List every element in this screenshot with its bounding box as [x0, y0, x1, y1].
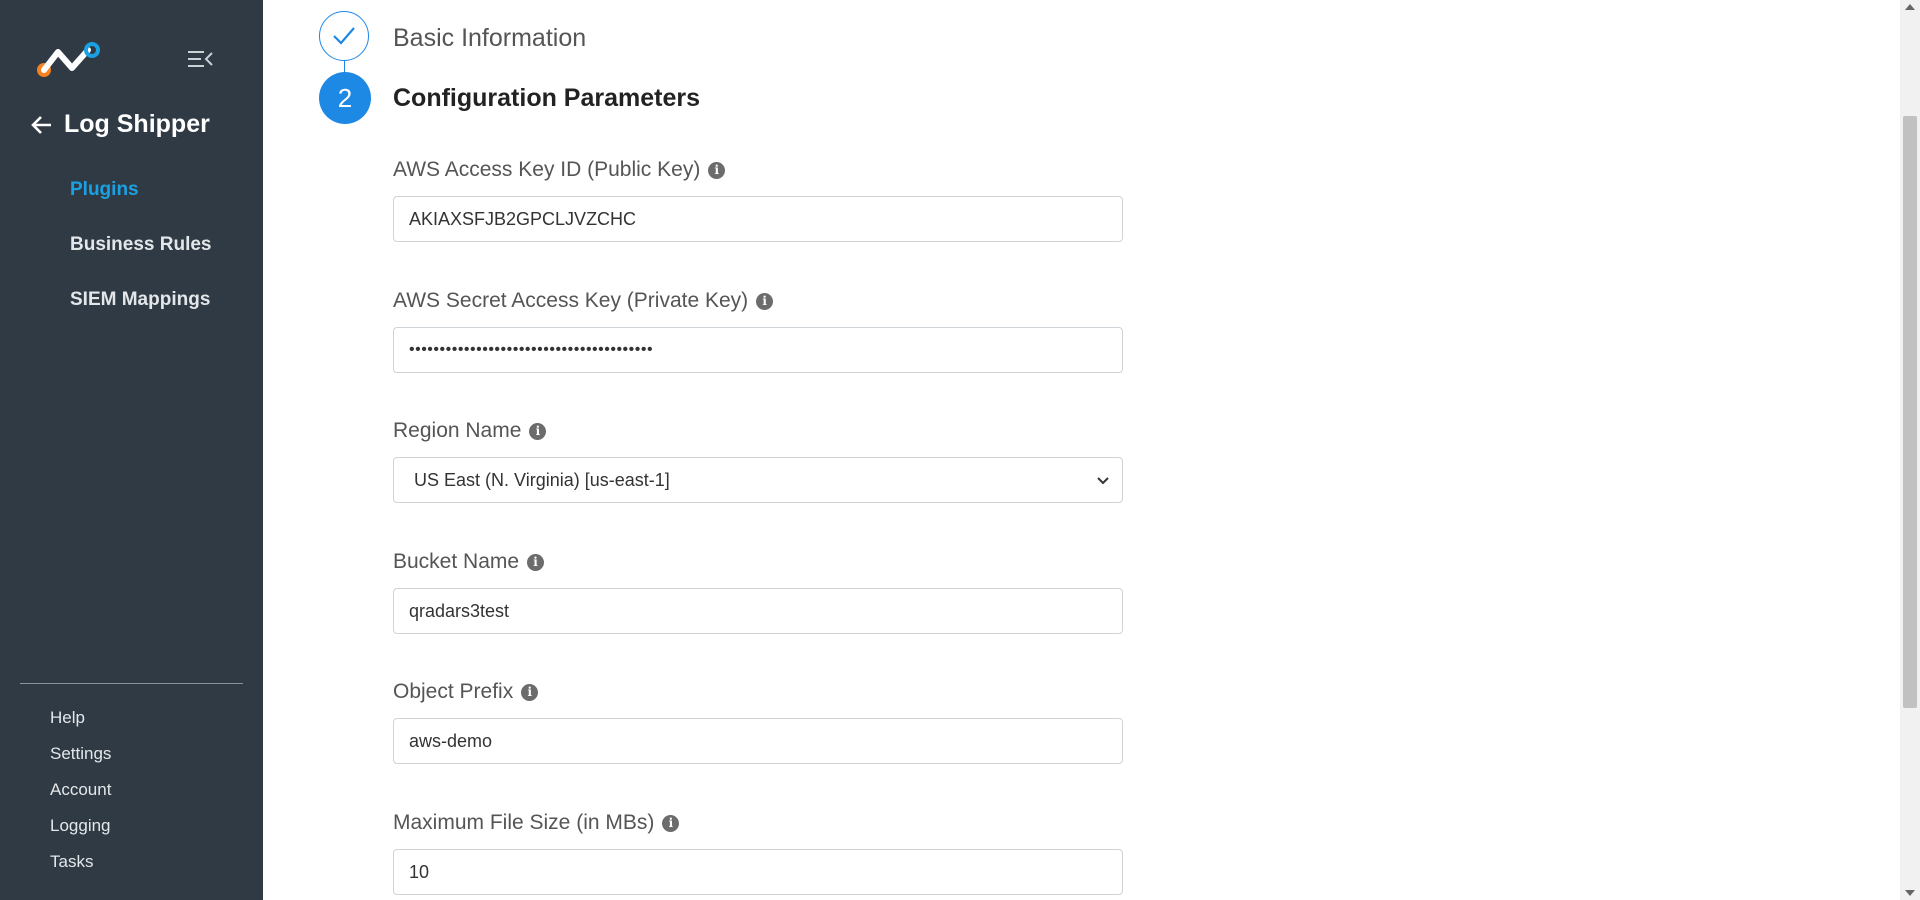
- prefix-input[interactable]: aws-demo: [393, 718, 1123, 764]
- info-icon[interactable]: i: [756, 292, 774, 310]
- info-icon[interactable]: i: [529, 422, 547, 440]
- footer-item-settings[interactable]: Settings: [50, 744, 111, 764]
- scroll-down-arrow[interactable]: [1905, 890, 1915, 896]
- info-icon[interactable]: i: [521, 683, 539, 701]
- scroll-thumb[interactable]: [1903, 116, 1917, 708]
- region-select-value: US East (N. Virginia) [us-east-1]: [414, 469, 670, 490]
- app-logo[interactable]: [36, 42, 102, 78]
- access-key-label-text: AWS Access Key ID (Public Key): [393, 158, 701, 181]
- region-label: Region Name i: [393, 419, 547, 443]
- max-size-label-text: Maximum File Size (in MBs): [393, 811, 655, 834]
- step-1-complete[interactable]: [319, 11, 369, 61]
- secret-key-input[interactable]: ••••••••••••••••••••••••••••••••••••••••: [393, 327, 1123, 373]
- bucket-input[interactable]: qradars3test: [393, 588, 1123, 634]
- footer-item-tasks[interactable]: Tasks: [50, 852, 93, 872]
- scroll-up-arrow[interactable]: [1905, 4, 1915, 10]
- access-key-input[interactable]: AKIAXSFJB2GPCLJVZCHC: [393, 196, 1123, 242]
- chevron-down-icon: [1097, 477, 1109, 485]
- nav-item-plugins[interactable]: Plugins: [70, 179, 139, 201]
- nav-item-business-rules[interactable]: Business Rules: [70, 234, 212, 256]
- region-label-text: Region Name: [393, 419, 522, 442]
- bucket-label: Bucket Name i: [393, 550, 545, 574]
- max-size-input[interactable]: 10: [393, 849, 1123, 895]
- scrollbar[interactable]: [1900, 0, 1920, 900]
- arrow-left-icon: [31, 115, 51, 134]
- bucket-label-text: Bucket Name: [393, 550, 520, 573]
- sidebar: Log Shipper Plugins Business Rules SIEM …: [0, 0, 263, 900]
- prefix-label-text: Object Prefix: [393, 680, 514, 703]
- footer-item-logging[interactable]: Logging: [50, 816, 111, 836]
- check-icon: [333, 27, 355, 45]
- prefix-label: Object Prefix i: [393, 680, 539, 704]
- collapse-menu-icon[interactable]: [187, 49, 213, 69]
- step-2-active: 2: [319, 72, 371, 124]
- footer-item-account[interactable]: Account: [50, 780, 111, 800]
- region-select[interactable]: US East (N. Virginia) [us-east-1]: [393, 457, 1123, 503]
- info-icon[interactable]: i: [662, 814, 680, 832]
- nav-item-siem-mappings[interactable]: SIEM Mappings: [70, 289, 210, 311]
- secret-key-label: AWS Secret Access Key (Private Key) i: [393, 289, 774, 313]
- secret-key-label-text: AWS Secret Access Key (Private Key): [393, 289, 749, 312]
- max-size-label: Maximum File Size (in MBs) i: [393, 811, 680, 835]
- main-content: Basic Information 2 Configuration Parame…: [263, 0, 1900, 900]
- info-icon[interactable]: i: [527, 553, 545, 571]
- footer-item-help[interactable]: Help: [50, 708, 85, 728]
- section-title: Log Shipper: [64, 110, 210, 138]
- step-2-title: Configuration Parameters: [393, 84, 701, 112]
- sidebar-divider: [20, 683, 243, 684]
- step-1-title: Basic Information: [393, 24, 587, 52]
- access-key-label: AWS Access Key ID (Public Key) i: [393, 158, 726, 182]
- back-button[interactable]: Log Shipper: [30, 110, 210, 139]
- info-icon[interactable]: i: [708, 161, 726, 179]
